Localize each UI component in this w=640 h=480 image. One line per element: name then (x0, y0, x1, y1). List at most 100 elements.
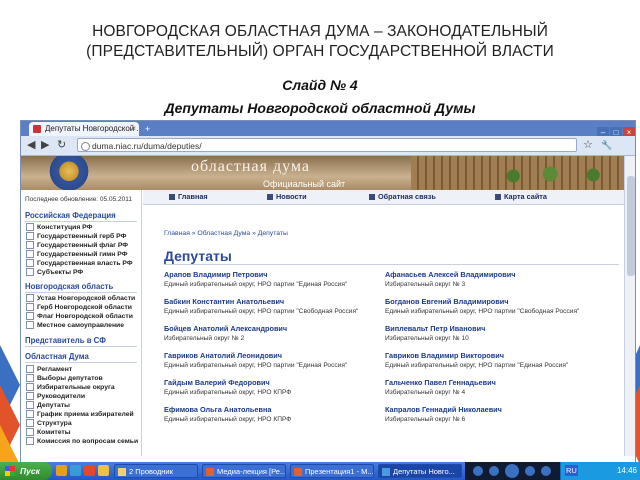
sidebar-item[interactable]: Структура (26, 419, 72, 427)
menu-bullet-icon (369, 194, 375, 201)
bullet-icon (26, 268, 34, 276)
deputy-entry[interactable]: Гайдым Валерий Федорович Единый избирател… (164, 378, 291, 397)
page-heading: Депутаты (164, 248, 232, 264)
sidebar-item[interactable]: Выборы депутатов (26, 374, 103, 382)
windows-taskbar: Пуск 2 Проводник Медиа-лекция [Ре... Пре… (0, 462, 640, 480)
prev-icon[interactable] (473, 466, 483, 476)
taskbar-item[interactable]: Презентация1 - М... (290, 464, 374, 478)
bullet-icon (26, 321, 34, 329)
back-icon[interactable]: ◀ (27, 139, 35, 151)
site-sidebar: Последнее обновление: 05.05.2011 Российс… (21, 190, 142, 456)
quicklaunch-icon[interactable] (98, 465, 109, 476)
deputy-entry[interactable]: Афанасьев Алексей Владимирович Избиратель… (385, 270, 515, 289)
bullet-icon (26, 312, 34, 320)
system-tray: RU 14:46 (560, 462, 640, 480)
bullet-icon (26, 223, 34, 231)
bullet-icon (26, 401, 34, 409)
sidebar-section-novgorod[interactable]: Новгородская область (25, 282, 137, 293)
windows-logo-icon (5, 466, 15, 476)
quicklaunch-icon[interactable] (70, 465, 81, 476)
bullet-icon (26, 383, 34, 391)
bookmark-star-icon[interactable]: ☆ (583, 139, 593, 151)
language-indicator[interactable]: RU (565, 465, 578, 476)
banner-subtitle: Официальный сайт (263, 179, 346, 189)
start-button[interactable]: Пуск (0, 462, 52, 480)
sidebar-section-sf[interactable]: Представитель в СФ (25, 336, 137, 347)
sidebar-section-duma[interactable]: Областная Дума (25, 352, 137, 363)
taskbar-item[interactable]: Медиа-лекция [Ре... (202, 464, 286, 478)
menu-feedback[interactable]: Обратная связь (369, 192, 436, 201)
quicklaunch-icon[interactable] (56, 465, 67, 476)
bullet-icon (26, 419, 34, 427)
deputy-entry[interactable]: Капралов Геннадий Николаевич Избирательны… (385, 405, 502, 424)
sidebar-item[interactable]: Регламент (26, 365, 72, 373)
folder-icon (118, 468, 126, 476)
next-icon[interactable] (525, 466, 535, 476)
tab-close-icon[interactable]: × (131, 122, 136, 136)
app-icon (294, 468, 302, 476)
bullet-icon (26, 303, 34, 311)
bullet-icon (26, 428, 34, 436)
deputy-entry[interactable]: Виплевальт Петр Иванович Избирательный ок… (385, 324, 485, 343)
deputy-entry[interactable]: Бойцев Анатолий Александрович Избирательн… (164, 324, 287, 343)
address-bar[interactable]: duma.niac.ru/duma/deputies/ (77, 138, 577, 152)
taskbar-item[interactable]: Депутаты Новго... (378, 464, 462, 478)
sidebar-item[interactable]: Субъекты РФ (26, 268, 83, 276)
media-controls (465, 462, 560, 480)
sidebar-item[interactable]: Государственная власть РФ (26, 259, 133, 267)
deputy-entry[interactable]: Богданов Евгений Владимирович Единый изби… (385, 297, 579, 316)
forward-icon[interactable]: ▶ (41, 139, 49, 151)
globe-icon (81, 142, 90, 151)
slide-title-line1: НОВГОРОДСКАЯ ОБЛАСТНАЯ ДУМА – ЗАКОНОДАТЕ… (92, 23, 548, 40)
sidebar-item[interactable]: Государственный герб РФ (26, 232, 126, 240)
sidebar-item[interactable]: Конституция РФ (26, 223, 92, 231)
slide-title: НОВГОРОДСКАЯ ОБЛАСТНАЯ ДУМА – ЗАКОНОДАТЕ… (0, 22, 640, 62)
sidebar-item[interactable]: Государственный флаг РФ (26, 241, 128, 249)
taskbar-item[interactable]: 2 Проводник (114, 464, 198, 478)
sidebar-section-rf[interactable]: Российская Федерация (25, 211, 137, 222)
bullet-icon (26, 259, 34, 267)
sidebar-item[interactable]: График приема избирателей (26, 410, 134, 418)
sidebar-item[interactable]: Устав Новгородской области (26, 294, 135, 302)
deputy-entry[interactable]: Гавриков Владимир Викторович Единый избир… (385, 351, 568, 370)
bullet-icon (26, 410, 34, 418)
wrench-icon[interactable]: 🔧 (601, 139, 612, 151)
menu-news[interactable]: Новости (267, 192, 307, 201)
volume-icon[interactable] (541, 466, 551, 476)
deputy-entry[interactable]: Гальченко Павел Геннадьевич Избирательный… (385, 378, 496, 397)
sidebar-item[interactable]: Местное самоуправление (26, 321, 124, 329)
breadcrumb[interactable]: Главная » Областная Дума » Депутаты (164, 230, 288, 237)
sidebar-item[interactable]: Комиссия по вопросам семьи (26, 437, 138, 445)
bullet-icon (26, 392, 34, 400)
site-banner: областная дума Официальный сайт (21, 156, 624, 190)
browser-tab[interactable]: Депутаты Новгородской ... × (29, 122, 139, 136)
quicklaunch-icon[interactable] (84, 465, 95, 476)
sidebar-item[interactable]: Избирательные округа (26, 383, 115, 391)
sidebar-item[interactable]: Государственный гимн РФ (26, 250, 128, 258)
deputy-entry[interactable]: Бабкин Константин Анатольевич Единый изби… (164, 297, 358, 316)
menu-home[interactable]: Главная (169, 192, 208, 201)
new-tab-button[interactable]: + (145, 124, 150, 134)
last-update: Последнее обновление: 05.05.2011 (25, 196, 132, 203)
reload-icon[interactable]: ↻ (57, 139, 66, 151)
menu-bullet-icon (267, 194, 273, 201)
sidebar-item[interactable]: Руководители (26, 392, 85, 400)
web-page: областная дума Официальный сайт Последне… (21, 156, 624, 456)
banner-title: областная дума (191, 158, 310, 175)
stop-icon[interactable] (489, 466, 499, 476)
play-icon[interactable] (505, 464, 519, 478)
menu-sitemap[interactable]: Карта сайта (495, 192, 547, 201)
scroll-thumb[interactable] (627, 176, 635, 276)
main-content: Главная Новости Обратная связь Карта сай… (143, 190, 624, 456)
sidebar-item[interactable]: Флаг Новгородской области (26, 312, 133, 320)
deputy-entry[interactable]: Гавриков Анатолий Леонидович Единый избир… (164, 351, 347, 370)
deputy-entry[interactable]: Ефимова Ольга Анатольевна Единый избирате… (164, 405, 291, 424)
vertical-scrollbar[interactable] (624, 156, 635, 456)
slide-decoration-left (0, 345, 20, 465)
sidebar-item[interactable]: Депутаты (26, 401, 70, 409)
clock: 14:46 (616, 466, 637, 475)
sidebar-item[interactable]: Комитеты (26, 428, 71, 436)
sidebar-item[interactable]: Герб Новгородской области (26, 303, 132, 311)
slide-title-line2: (ПРЕДСТАВИТЕЛЬНЫЙ) ОРГАН ГОСУДАРСТВЕННОЙ… (86, 43, 554, 60)
deputy-entry[interactable]: Арапов Владимир Петрович Единый избирател… (164, 270, 347, 289)
